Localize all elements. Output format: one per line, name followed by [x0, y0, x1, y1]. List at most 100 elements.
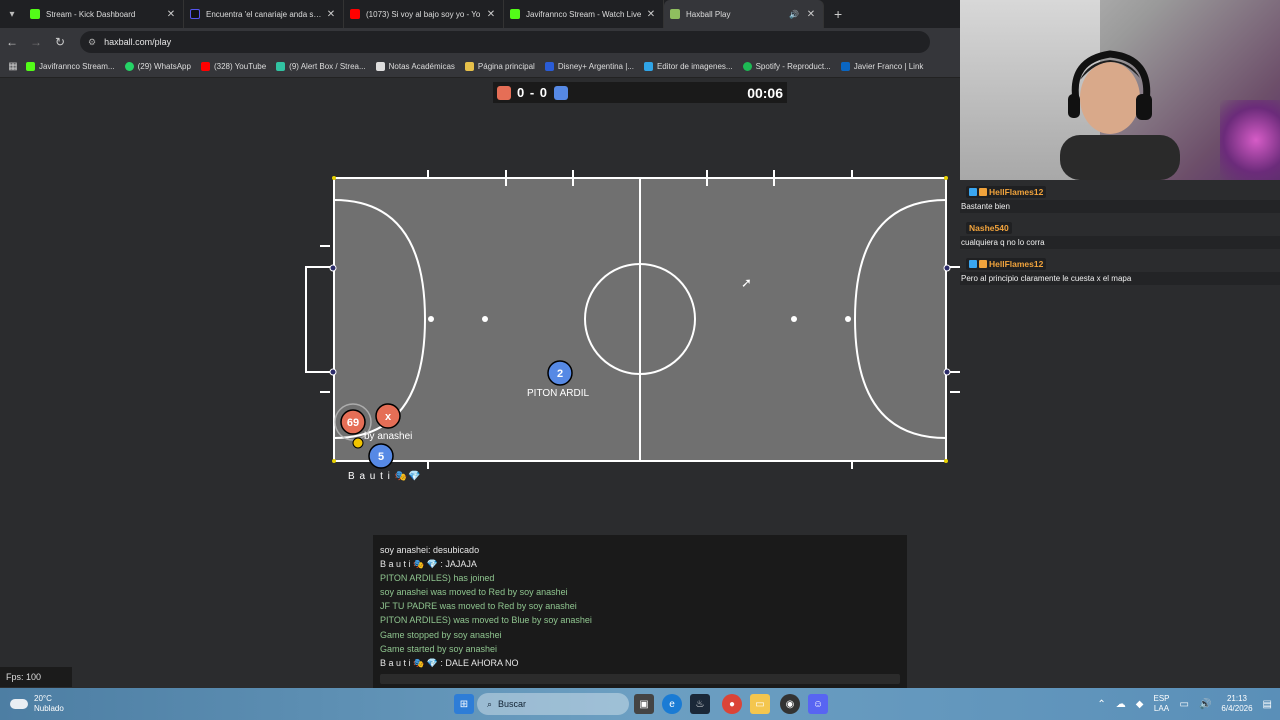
bookmark-favicon-icon — [643, 62, 653, 71]
close-tab-icon[interactable]: ✕ — [165, 9, 177, 20]
bookmark-item[interactable]: Página principal — [464, 62, 535, 71]
bookmark-item[interactable]: (328) YouTube — [200, 62, 267, 71]
bookmark-label: Disney+ Argentina |... — [557, 62, 634, 71]
red-team-icon — [497, 85, 511, 100]
url-text: haxball.com/play — [104, 37, 172, 47]
bookmark-item[interactable]: Editor de imagenes... — [643, 62, 733, 71]
back-arrow-icon[interactable]: ← — [0, 35, 24, 49]
chat-username: HellFlames12 — [989, 259, 1044, 269]
score-text: 0 - 0 — [517, 85, 549, 100]
browser-tab-active[interactable]: Haxball Play 🔊 ✕ — [664, 0, 824, 28]
bookmark-label: Javifrannco Stream... — [39, 62, 115, 71]
bookmark-item[interactable]: (9) Alert Box / Strea... — [276, 62, 366, 71]
bookmark-label: (328) YouTube — [213, 62, 267, 71]
taskbar-search[interactable]: ⌕ Buscar — [477, 693, 629, 715]
tab-search-dropdown-icon[interactable]: ▾ — [0, 0, 24, 28]
bookmarks-bar: ▦ Javifrannco Stream... (29) WhatsApp (3… — [0, 56, 960, 78]
notifications-icon[interactable]: ▤ — [1263, 699, 1272, 710]
bookmark-favicon-icon — [276, 62, 286, 71]
browser-tab-bar: ▾ Stream - Kick Dashboard ✕ Encuentra 'e… — [0, 0, 960, 28]
close-tab-icon[interactable]: ✕ — [645, 9, 657, 20]
bookmark-favicon-icon — [464, 62, 474, 71]
bookmark-favicon-icon — [544, 62, 554, 71]
url-input[interactable]: ⚙ haxball.com/play — [80, 31, 930, 53]
bookmark-label: Notas Académicas — [388, 62, 455, 71]
search-icon: ⌕ — [487, 698, 493, 709]
network-icon[interactable]: ▭ — [1180, 699, 1189, 710]
browser-tab[interactable]: Stream - Kick Dashboard ✕ — [24, 0, 184, 28]
bookmark-item[interactable]: Disney+ Argentina |... — [544, 62, 634, 71]
file-explorer-icon[interactable]: ▭ — [750, 694, 770, 714]
blue-player-name: B a u t i 🎭💎 — [348, 471, 422, 482]
blue-player-number: 2 — [557, 368, 563, 380]
chat-message-text: Pero al principio claramente le cuesta x… — [960, 272, 1280, 285]
bookmark-favicon-icon — [26, 62, 35, 71]
browser-tab[interactable]: Encuentra 'el canariaje anda suelto' ✕ — [184, 0, 344, 28]
chat-line: Game stopped by soy anashei — [380, 629, 502, 640]
bookmark-favicon-icon — [742, 62, 752, 71]
edge-icon[interactable]: e — [662, 694, 682, 714]
address-bar-row: ← → ↻ ⚙ haxball.com/play — [0, 28, 960, 56]
chrome-icon[interactable]: ● — [722, 694, 742, 714]
forward-arrow-icon[interactable]: → — [24, 35, 48, 49]
kick-favicon-icon — [510, 9, 520, 19]
haxball-favicon-icon — [670, 9, 680, 19]
red-player-number: x — [385, 411, 392, 423]
obs-icon[interactable]: ◉ — [780, 694, 800, 714]
bookmark-item[interactable]: Javier Franco | Link — [840, 62, 923, 71]
stream-chat-message: HellFlames12 Pero al principio clarament… — [960, 258, 1280, 285]
close-tab-icon[interactable]: ✕ — [485, 9, 497, 20]
discord-icon[interactable]: ☺ — [808, 694, 828, 714]
chat-username: Nashe540 — [969, 223, 1009, 233]
apps-grid-icon[interactable]: ▦ — [0, 61, 26, 72]
bookmark-item[interactable]: Javifrannco Stream... — [26, 62, 115, 71]
streamer-image — [1060, 50, 1180, 180]
site-info-icon[interactable]: ⚙ — [88, 37, 96, 48]
keyboard-language[interactable]: ESP LAA — [1153, 694, 1169, 714]
game-chat: soy anashei: desubicado B a u t i 🎭 💎 : … — [373, 535, 907, 688]
tab-title: Haxball Play — [686, 9, 731, 19]
windows-taskbar: 20°C Nublado ⊞ ⌕ Buscar ▣ e ♨ ● ▭ ◉ ☺ ⌃ … — [0, 688, 1280, 720]
tiktok-favicon-icon — [190, 9, 200, 19]
close-tab-icon[interactable]: ✕ — [805, 9, 817, 20]
chat-line: B a u t i 🎭 💎 : JAJAJA — [380, 559, 477, 570]
volume-icon[interactable]: 🔊 — [1199, 699, 1211, 710]
chevron-up-icon[interactable]: ⌃ — [1097, 699, 1105, 710]
search-placeholder: Buscar — [498, 699, 527, 709]
weather-widget[interactable]: 20°C Nublado — [10, 694, 64, 714]
tab-title: Javifrannco Stream - Watch Live — [526, 9, 642, 19]
chat-username-badge: Nashe540 — [966, 222, 1012, 234]
browser-tab[interactable]: Javifrannco Stream - Watch Live ✕ — [504, 0, 664, 28]
chat-input[interactable] — [380, 674, 900, 684]
windows-start-icon[interactable]: ⊞ — [454, 694, 474, 714]
clock-time: 21:13 — [1226, 694, 1247, 703]
stream-chat-message: HellFlames12 Bastante bien — [960, 186, 1280, 213]
task-view-icon[interactable]: ▣ — [634, 694, 654, 714]
kick-favicon-icon — [30, 9, 40, 19]
speaker-icon[interactable]: 🔊 — [789, 10, 799, 19]
chat-line: B a u t i 🎭 💎 : DALE AHORA NO — [380, 657, 519, 668]
close-tab-icon[interactable]: ✕ — [325, 9, 337, 20]
chat-username: HellFlames12 — [989, 187, 1044, 197]
moderator-badge-icon — [969, 260, 977, 268]
blue-player-name: PITON ARDIL — [527, 388, 590, 399]
clock[interactable]: 21:13 6/4/2026 — [1221, 694, 1252, 714]
chat-line: JF TU PADRE was moved to Red by soy anas… — [380, 601, 577, 612]
browser-tab[interactable]: (1073) Si voy al bajo soy yo - Yo ✕ — [344, 0, 504, 28]
bookmark-item[interactable]: Notas Académicas — [375, 62, 455, 71]
webcam-lights — [1220, 100, 1280, 180]
bookmark-item[interactable]: Spotify - Reproduct... — [742, 62, 831, 71]
bookmark-favicon-icon — [124, 62, 134, 71]
ball — [352, 437, 364, 449]
steam-icon[interactable]: ♨ — [690, 694, 710, 714]
bookmark-item[interactable]: (29) WhatsApp — [124, 62, 191, 71]
app-tray-icon[interactable]: ◆ — [1136, 699, 1144, 710]
blue-player-number: 5 — [378, 451, 384, 463]
mouse-cursor-icon: ➚ — [741, 275, 752, 290]
weather-text: Nublado — [34, 704, 64, 713]
reload-icon[interactable]: ↻ — [48, 35, 72, 49]
tab-title: Encuentra 'el canariaje anda suelto' — [206, 9, 325, 19]
new-tab-icon[interactable]: + — [834, 6, 842, 22]
onedrive-icon[interactable]: ☁ — [1116, 699, 1126, 710]
subscriber-badge-icon — [979, 260, 987, 268]
